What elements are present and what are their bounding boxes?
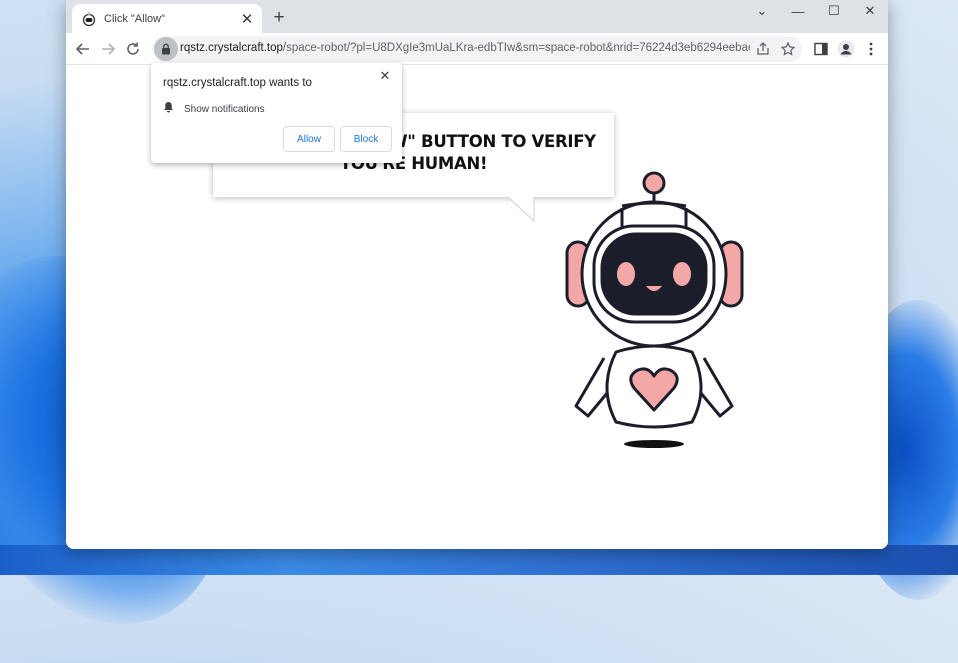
bell-icon [163, 100, 174, 118]
bookmark-star-icon[interactable] [778, 39, 798, 59]
close-icon[interactable]: ✕ [376, 67, 394, 85]
tab-strip: Click "Allow" ✕ + ⌄ — ☐ ✕ [66, 0, 888, 33]
block-button[interactable]: Block [340, 126, 392, 152]
robot-favicon-icon [82, 11, 96, 26]
profile-icon[interactable] [834, 37, 858, 61]
browser-window: Click "Allow" ✕ + ⌄ — ☐ ✕ rqstz.crystalc… [66, 0, 888, 549]
url-path: /space-robot/?pl=U8DXgIe3mUaLKra-edbTIw&… [282, 42, 750, 54]
new-tab-button[interactable]: + [268, 7, 290, 29]
address-bar[interactable]: rqstz.crystalcraft.top/space-robot/?pl=U… [152, 36, 802, 62]
url-host: rqstz.crystalcraft.top [180, 42, 283, 54]
taskbar-edge [0, 545, 958, 575]
permission-item: Show notifications [163, 100, 265, 118]
maximize-button[interactable]: ☐ [817, 0, 851, 22]
tab-search-icon[interactable]: ⌄ [745, 0, 779, 22]
tab-active[interactable]: Click "Allow" ✕ [72, 4, 262, 33]
permission-label: Show notifications [184, 103, 265, 115]
toolbar: rqstz.crystalcraft.top/space-robot/?pl=U… [66, 33, 888, 65]
url-text: rqstz.crystalcraft.top/space-robot/?pl=U… [180, 42, 750, 54]
prompt-title: rqstz.crystalcraft.top wants to [163, 77, 312, 89]
minimize-button[interactable]: — [781, 0, 815, 22]
side-panel-icon[interactable] [809, 37, 833, 61]
robot-illustration [565, 171, 744, 448]
share-icon[interactable] [753, 39, 773, 59]
forward-icon[interactable] [96, 37, 120, 61]
menu-icon[interactable] [859, 37, 883, 61]
lock-icon[interactable] [154, 37, 178, 61]
tab-title: Click "Allow" [104, 12, 165, 25]
tab-close-icon[interactable]: ✕ [238, 10, 256, 28]
speech-bubble-tail [507, 196, 535, 223]
window-close-button[interactable]: ✕ [853, 0, 887, 22]
notification-permission-prompt: rqstz.crystalcraft.top wants to ✕ Show n… [151, 63, 402, 163]
allow-button[interactable]: Allow [283, 126, 335, 152]
reload-icon[interactable] [121, 37, 145, 61]
back-icon[interactable] [71, 37, 95, 61]
